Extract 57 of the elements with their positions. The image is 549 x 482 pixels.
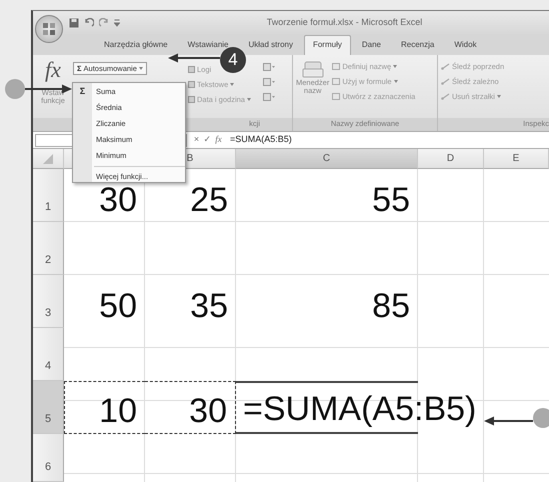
enter-button[interactable]: ✓ — [202, 133, 213, 147]
dropdown-caret-icon[interactable] — [246, 98, 251, 101]
function-category-icon — [188, 81, 195, 88]
office-button[interactable] — [35, 15, 63, 43]
redo-icon[interactable] — [99, 18, 109, 28]
column-header[interactable]: E — [484, 149, 549, 169]
cell-value: 30 — [99, 188, 137, 213]
row-header[interactable]: 3 — [33, 275, 64, 328]
ribbon-tab[interactable]: Recenzja — [392, 35, 444, 55]
callout-arrow — [25, 84, 72, 94]
undo-icon[interactable] — [84, 18, 94, 28]
cell-editor[interactable]: =SUMA(A5:B5) — [243, 389, 476, 430]
dropdown-caret-icon[interactable] — [496, 95, 501, 98]
dropdown-caret-icon[interactable] — [138, 67, 143, 70]
row-header[interactable]: 1 — [33, 169, 64, 222]
name-manager-icon — [302, 59, 324, 79]
column-header[interactable]: C — [236, 149, 418, 169]
callout-arrow — [484, 416, 533, 426]
formula-field[interactable]: =SUMA(A5:B5) — [230, 133, 292, 147]
select-all-icon[interactable] — [43, 154, 53, 164]
cell-value: 55 — [372, 188, 410, 213]
dropdown-caret-icon[interactable] — [393, 65, 398, 68]
callout-dot — [5, 79, 25, 99]
cell-value: 35 — [190, 294, 228, 319]
ribbon-tab[interactable]: Formuły — [304, 35, 351, 55]
function-library-icon[interactable] — [263, 92, 275, 100]
insert-function-button[interactable]: fx — [213, 133, 224, 147]
ribbon-tab[interactable]: Dane — [352, 35, 390, 55]
insert-function-icon[interactable]: fx — [45, 59, 61, 81]
sigma-icon: Σ — [73, 85, 92, 99]
cell-value: 85 — [372, 294, 410, 319]
function-library-icon[interactable] — [263, 78, 275, 86]
dropdown-caret-icon[interactable] — [230, 83, 234, 86]
function-category-icon — [188, 66, 195, 73]
cell-value: 25 — [190, 188, 228, 213]
logo-icon — [42, 22, 56, 36]
callout-arrow — [168, 53, 220, 63]
window-title: Tworzenie formuł.xlsx - Microsoft Excel — [266, 16, 424, 30]
row-header[interactable]: 5 — [33, 381, 64, 434]
cell-value: 30 — [189, 398, 227, 424]
column-header[interactable]: D — [418, 149, 484, 169]
cancel-button[interactable]: × — [191, 133, 202, 147]
dropdown-caret-icon[interactable] — [394, 80, 398, 83]
trace-arrow-icon — [441, 78, 450, 85]
ribbon-tab[interactable]: Narzędzia główne — [95, 35, 177, 55]
row-header[interactable]: 4 — [33, 328, 64, 381]
cell-value: 10 — [99, 398, 137, 424]
save-icon[interactable] — [69, 18, 79, 28]
trace-arrow-icon — [441, 63, 450, 70]
function-library-icon[interactable] — [263, 62, 275, 70]
row-header[interactable]: 2 — [33, 222, 64, 275]
row-header[interactable]: 6 — [33, 434, 64, 482]
ribbon-tab[interactable]: Widok — [445, 35, 486, 55]
customize-caret-icon[interactable] — [114, 19, 120, 27]
trace-arrow-icon — [441, 93, 450, 100]
cell-value: 50 — [99, 294, 137, 319]
function-category-icon — [188, 96, 195, 103]
